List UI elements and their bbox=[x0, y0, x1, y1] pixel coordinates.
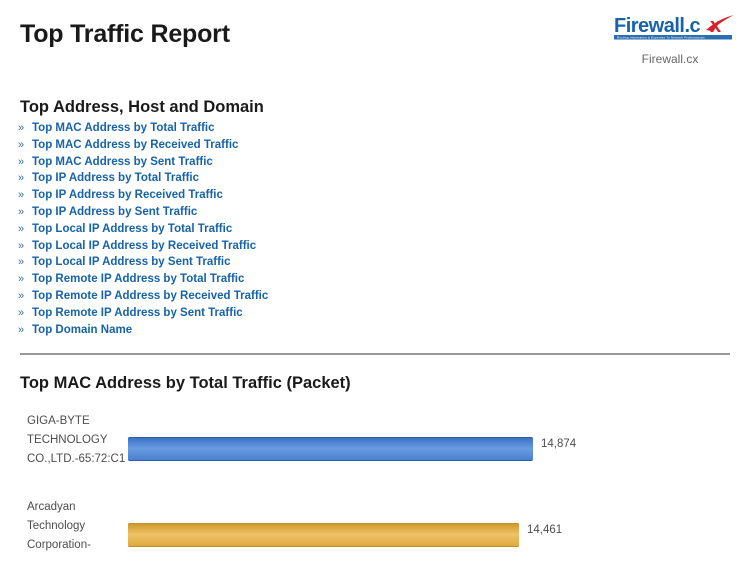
link-top-ip-address-received-traffic[interactable]: Top IP Address by Received Traffic bbox=[32, 189, 223, 201]
link-top-domain-name[interactable]: Top Domain Name bbox=[32, 324, 132, 336]
list-item[interactable]: » Top Remote IP Address by Sent Traffic bbox=[18, 305, 268, 322]
link-top-local-ip-address-total-traffic[interactable]: Top Local IP Address by Total Traffic bbox=[32, 223, 232, 235]
chevron-right-icon: » bbox=[18, 205, 25, 218]
list-item[interactable]: » Top IP Address by Received Traffic bbox=[18, 187, 268, 204]
chevron-right-icon: » bbox=[18, 289, 25, 302]
bar-track bbox=[128, 523, 519, 547]
list-item[interactable]: » Top Remote IP Address by Received Traff… bbox=[18, 288, 268, 305]
link-top-ip-address-total-traffic[interactable]: Top IP Address by Total Traffic bbox=[32, 172, 199, 184]
svg-text:Routing Information & Expertis: Routing Information & Expertise To Netwo… bbox=[617, 36, 705, 40]
list-item[interactable]: » Top IP Address by Total Traffic bbox=[18, 170, 268, 187]
firewall-cx-logo[interactable]: Firewall.c x Routing Information & Exper… bbox=[614, 14, 736, 44]
bar-category-label: Arcadyan Technology Corporation- bbox=[27, 501, 91, 551]
link-top-remote-ip-address-total-traffic[interactable]: Top Remote IP Address by Total Traffic bbox=[32, 273, 244, 285]
link-top-remote-ip-address-received-traffic[interactable]: Top Remote IP Address by Received Traffi… bbox=[32, 290, 268, 302]
list-item[interactable]: » Top Local IP Address by Sent Traffic bbox=[18, 254, 268, 271]
chevron-right-icon: » bbox=[18, 189, 25, 202]
bar-series-1[interactable] bbox=[128, 437, 533, 461]
link-top-ip-address-sent-traffic[interactable]: Top IP Address by Sent Traffic bbox=[32, 206, 197, 218]
link-top-remote-ip-address-sent-traffic[interactable]: Top Remote IP Address by Sent Traffic bbox=[32, 307, 243, 319]
svg-text:Firewall.c: Firewall.c bbox=[614, 15, 701, 37]
list-item[interactable]: » Top Local IP Address by Total Traffic bbox=[18, 221, 268, 238]
brand-caption: Firewall.cx bbox=[641, 52, 699, 66]
chevron-right-icon: » bbox=[18, 256, 25, 269]
link-top-mac-address-received-traffic[interactable]: Top MAC Address by Received Traffic bbox=[32, 139, 238, 151]
chevron-right-icon: » bbox=[18, 273, 25, 286]
link-top-mac-address-total-traffic[interactable]: Top MAC Address by Total Traffic bbox=[32, 122, 215, 134]
chevron-right-icon: » bbox=[18, 155, 25, 168]
chevron-right-icon: » bbox=[18, 323, 25, 336]
chart-title: Top MAC Address by Total Traffic (Packet… bbox=[20, 374, 351, 392]
page-title: Top Traffic Report bbox=[20, 20, 230, 48]
chevron-right-icon: » bbox=[18, 138, 25, 151]
chart-bar-row: Arcadyan Technology Corporation- 14,461 bbox=[0, 492, 750, 578]
page-header: Top Traffic Report Firewall.c x Routing … bbox=[0, 0, 750, 88]
report-link-list: » Top MAC Address by Total Traffic » Top M… bbox=[18, 120, 268, 338]
list-item[interactable]: » Top Domain Name bbox=[18, 322, 268, 339]
section-heading-address-host-domain: Top Address, Host and Domain bbox=[20, 98, 264, 116]
list-item[interactable]: » Top MAC Address by Total Traffic bbox=[18, 120, 268, 137]
bar-track bbox=[128, 437, 533, 461]
bar-series-2[interactable] bbox=[128, 523, 519, 547]
list-item[interactable]: » Top MAC Address by Sent Traffic bbox=[18, 154, 268, 171]
chevron-right-icon: » bbox=[18, 222, 25, 235]
list-item[interactable]: » Top MAC Address by Received Traffic bbox=[18, 137, 268, 154]
list-item[interactable]: » Top Local IP Address by Received Traffi… bbox=[18, 238, 268, 255]
chevron-right-icon: » bbox=[18, 239, 25, 252]
bar-chart: GIGA-BYTE TECHNOLOGY CO.,LTD.-65:72:C1 1… bbox=[0, 406, 750, 578]
chevron-right-icon: » bbox=[18, 306, 25, 319]
bar-value-label: 14,874 bbox=[541, 438, 577, 450]
link-top-local-ip-address-received-traffic[interactable]: Top Local IP Address by Received Traffic bbox=[32, 240, 256, 252]
link-top-local-ip-address-sent-traffic[interactable]: Top Local IP Address by Sent Traffic bbox=[32, 256, 231, 268]
chevron-right-icon: » bbox=[18, 172, 25, 185]
section-divider bbox=[20, 353, 730, 355]
chevron-right-icon: » bbox=[18, 122, 25, 134]
brand-block: Firewall.c x Routing Information & Exper… bbox=[602, 14, 742, 66]
bar-value-label: 14,461 bbox=[527, 524, 563, 536]
link-top-mac-address-sent-traffic[interactable]: Top MAC Address by Sent Traffic bbox=[32, 156, 213, 168]
bar-category-label: GIGA-BYTE TECHNOLOGY CO.,LTD.-65:72:C1 bbox=[27, 415, 126, 465]
list-item[interactable]: » Top IP Address by Sent Traffic bbox=[18, 204, 268, 221]
chart-bar-row: GIGA-BYTE TECHNOLOGY CO.,LTD.-65:72:C1 1… bbox=[0, 406, 750, 492]
list-item[interactable]: » Top Remote IP Address by Total Traffic bbox=[18, 271, 268, 288]
